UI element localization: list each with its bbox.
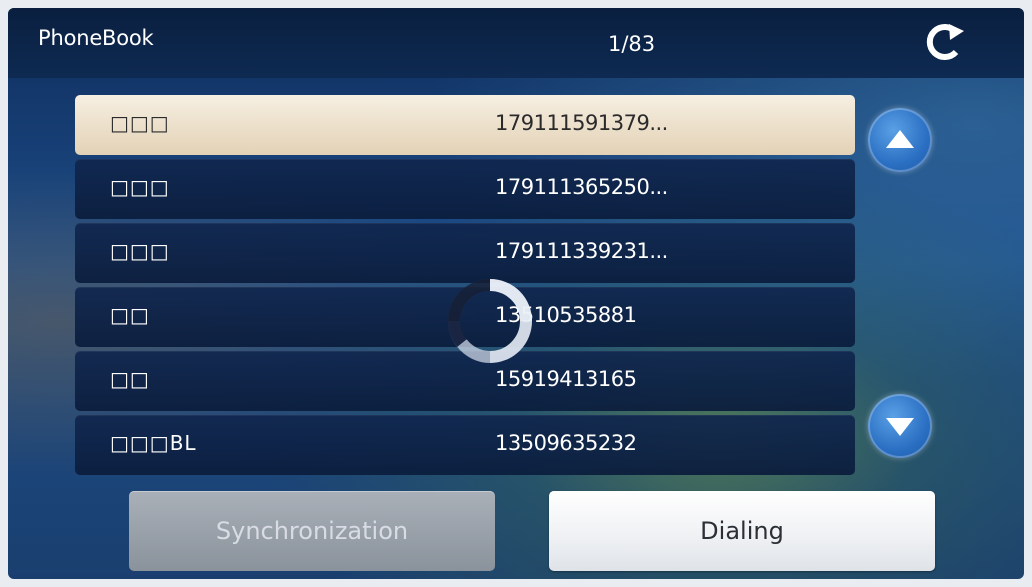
contact-number: 179111339231...: [495, 239, 668, 263]
contact-row[interactable]: □□□ 179111591379...: [75, 95, 855, 155]
loading-spinner-icon: [442, 273, 538, 369]
contact-name: □□□: [110, 175, 170, 199]
contact-number: 13509635232: [495, 431, 637, 455]
contact-number: 179111365250...: [495, 175, 668, 199]
back-arrow-icon: [926, 24, 964, 60]
contact-name: □□□: [110, 239, 170, 263]
contact-row[interactable]: □□□BL 13509635232: [75, 415, 855, 475]
chevron-down-icon: [886, 418, 914, 436]
header-bar: PhoneBook 1/83: [8, 8, 1024, 78]
phonebook-screen: PhoneBook 1/83 □□□ 179111591379... □□□ 1…: [8, 8, 1024, 579]
contact-name: □□□BL: [110, 431, 197, 455]
synchronization-label: Synchronization: [215, 517, 409, 545]
contact-row[interactable]: □□□ 179111365250...: [75, 159, 855, 219]
contact-number: 15919413165: [495, 367, 637, 391]
contact-number: 179111591379...: [495, 111, 668, 135]
back-button[interactable]: [920, 20, 968, 64]
page-indicator: 1/83: [608, 32, 656, 56]
dialing-button[interactable]: Dialing: [549, 491, 935, 571]
scroll-down-button[interactable]: [868, 394, 932, 458]
synchronization-button[interactable]: Synchronization: [129, 491, 495, 571]
dialing-label: Dialing: [700, 517, 784, 545]
scroll-up-button[interactable]: [868, 108, 932, 172]
contact-name: □□□: [110, 111, 170, 135]
page-title: PhoneBook: [38, 26, 154, 50]
chevron-up-icon: [886, 130, 914, 148]
contact-name: □□: [110, 303, 150, 327]
contact-name: □□: [110, 367, 150, 391]
